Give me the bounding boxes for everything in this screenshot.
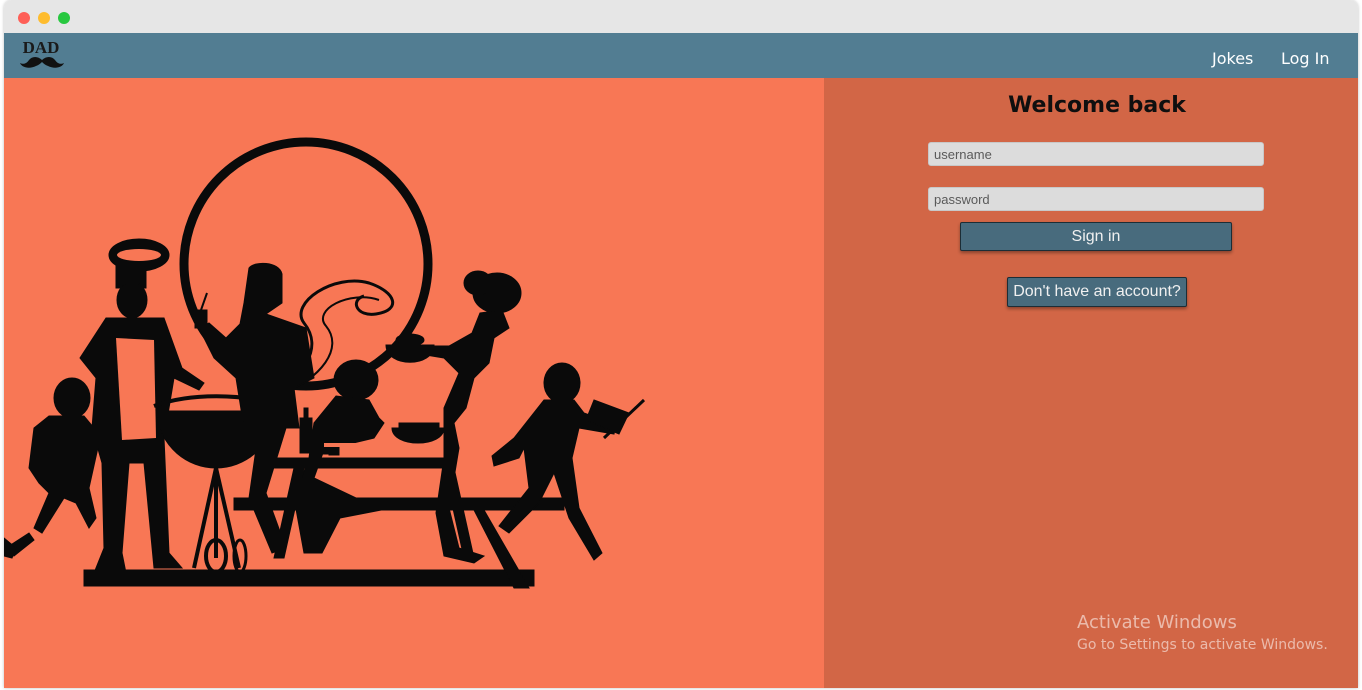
maximize-window-button[interactable] [58, 12, 70, 24]
create-account-button[interactable]: Don't have an account? [1007, 277, 1187, 307]
minimize-window-button[interactable] [38, 12, 50, 24]
hero-panel [4, 78, 824, 688]
window-titlebar [4, 0, 1358, 33]
family-bbq-silhouette-illustration [4, 137, 646, 589]
logo-text: DAD [22, 38, 60, 57]
sign-in-button[interactable]: Sign in [960, 222, 1232, 251]
browser-window: DAD Jokes Log In Welcome back username S… [4, 0, 1358, 688]
login-panel: Welcome back Sign in Don't have an accou… [824, 78, 1358, 688]
nav-link-login[interactable]: Log In [1281, 49, 1330, 69]
nav-link-jokes[interactable]: Jokes [1212, 49, 1253, 69]
navbar: DAD Jokes Log In [4, 33, 1358, 78]
mustache-icon [20, 57, 64, 68]
password-input[interactable] [928, 187, 1264, 211]
dad-logo[interactable]: DAD [18, 39, 66, 73]
close-window-button[interactable] [18, 12, 30, 24]
login-heading: Welcome back [1008, 93, 1186, 118]
username-input[interactable] [928, 142, 1264, 166]
